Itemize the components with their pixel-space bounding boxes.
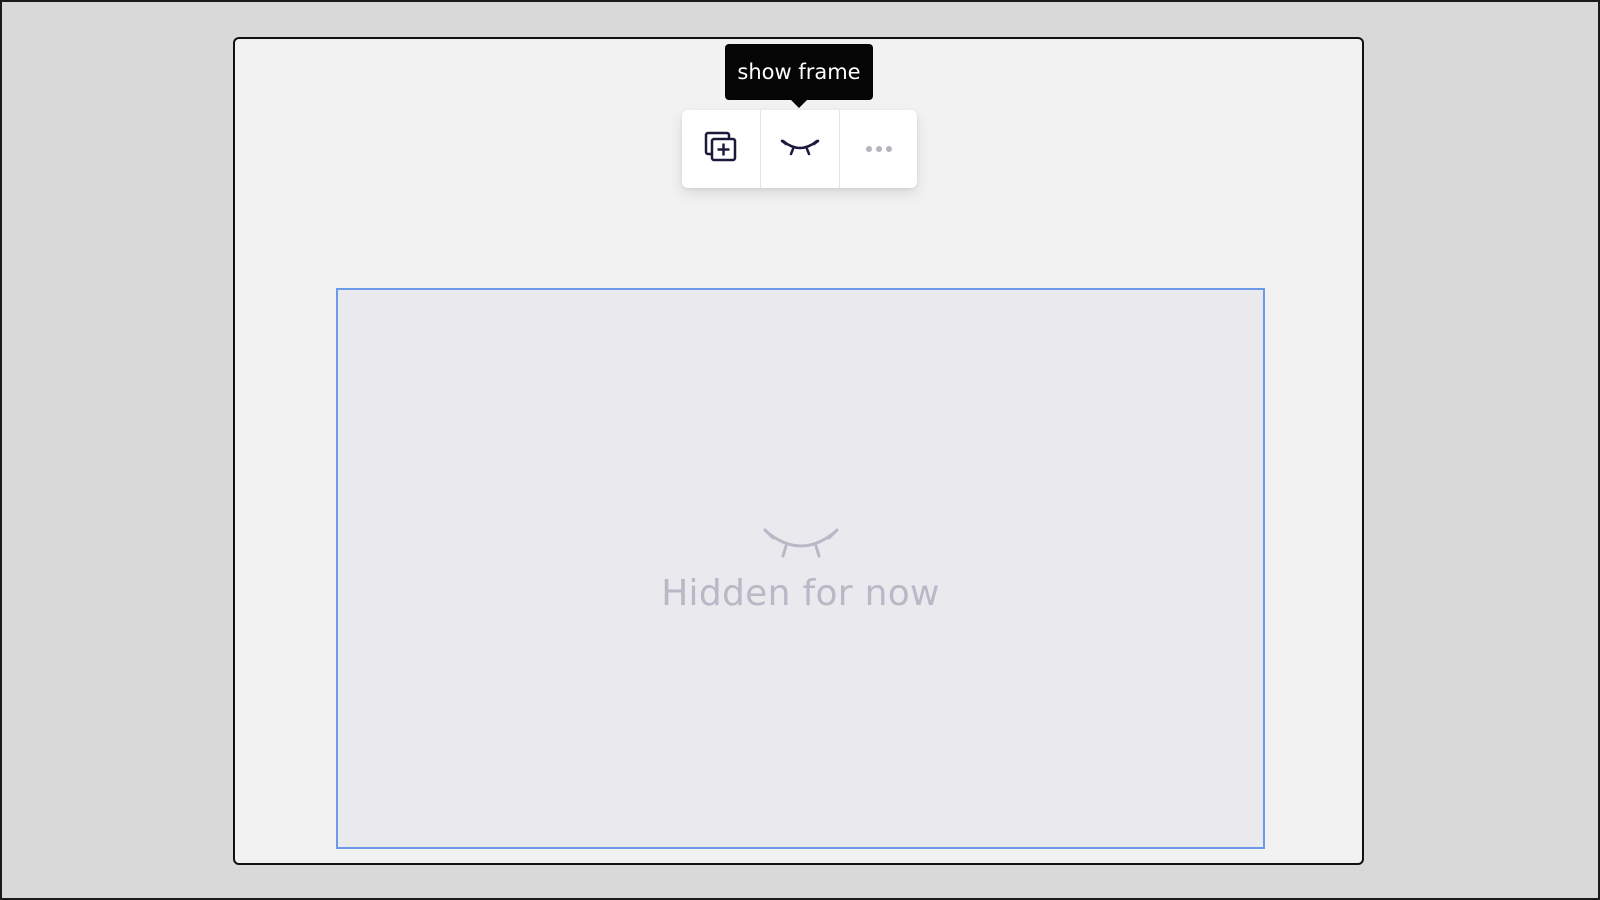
eye-closed-icon <box>780 135 820 164</box>
hidden-placeholder: Hidden for now <box>338 520 1263 614</box>
tooltip-text: show frame <box>737 60 861 84</box>
add-frame-button[interactable] <box>682 110 760 188</box>
hidden-label: Hidden for now <box>661 573 940 614</box>
add-frame-icon <box>704 131 738 168</box>
more-options-button[interactable] <box>839 110 917 188</box>
show-frame-button[interactable] <box>760 110 839 188</box>
tooltip: show frame <box>725 44 873 108</box>
eye-closed-icon <box>761 520 841 565</box>
more-icon <box>865 140 893 158</box>
frame-toolbar <box>682 110 917 188</box>
hidden-frame[interactable]: Hidden for now <box>336 288 1265 849</box>
